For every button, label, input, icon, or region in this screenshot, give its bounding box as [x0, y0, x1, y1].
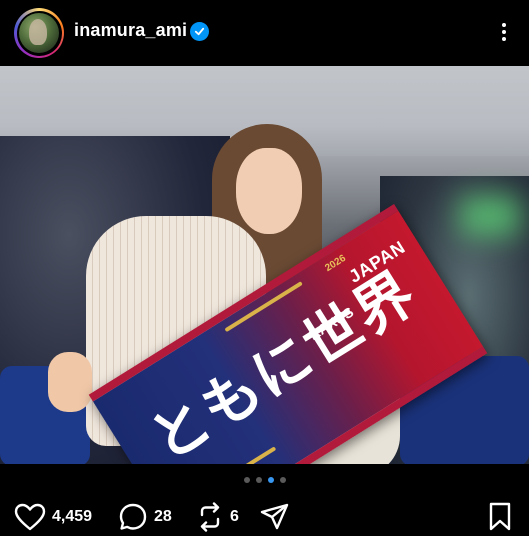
- share-button[interactable]: [260, 502, 290, 532]
- post-header: inamura_ami: [0, 0, 529, 64]
- more-options-icon[interactable]: [494, 18, 514, 46]
- comment-button[interactable]: 28: [118, 502, 172, 532]
- heart-icon: [14, 503, 46, 531]
- avatar[interactable]: [14, 8, 64, 58]
- username[interactable]: inamura_ami: [74, 20, 187, 41]
- share-icon: [260, 503, 290, 531]
- carousel-dot: [243, 477, 250, 483]
- hand: [48, 352, 92, 412]
- carousel-dot: [255, 477, 262, 483]
- comment-count: 28: [154, 508, 172, 525]
- person-face: [236, 148, 302, 234]
- towel-year: 2026: [323, 252, 348, 275]
- avatar-image: [19, 13, 59, 53]
- comment-icon: [118, 502, 148, 532]
- verified-badge-icon: [190, 22, 209, 41]
- carousel-indicator: [0, 477, 529, 483]
- carousel-dot-active: [267, 477, 274, 483]
- repost-button[interactable]: 6: [196, 502, 239, 532]
- bookmark-icon: [488, 502, 512, 532]
- action-bar: 4,459 28 6: [0, 498, 529, 536]
- repost-icon: [196, 502, 224, 532]
- repost-count: 6: [230, 508, 239, 525]
- save-button[interactable]: [488, 502, 512, 532]
- post-photo[interactable]: 2026 ともに世界 JAPAN RAXUS: [0, 66, 529, 464]
- like-button[interactable]: 4,459: [14, 502, 92, 532]
- carousel-dot: [279, 477, 286, 483]
- like-count: 4,459: [52, 508, 93, 525]
